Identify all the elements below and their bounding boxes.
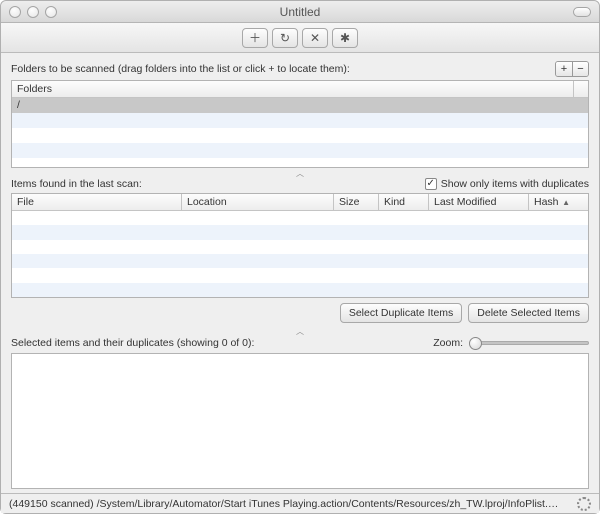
preview-area[interactable] [11,353,589,489]
zoom-control: Zoom: [433,336,589,350]
col-size[interactable]: Size [334,194,379,210]
stop-button[interactable]: ✕ [302,28,328,48]
folders-body: / [12,98,588,167]
items-action-row: Select Duplicate Items Delete Selected I… [11,303,589,323]
folders-label-row: Folders to be scanned (drag folders into… [11,61,589,77]
select-duplicate-button[interactable]: Select Duplicate Items [340,303,462,323]
splitter-handle[interactable]: ︿ [11,168,589,178]
refresh-button[interactable]: ↻ [272,28,298,48]
app-window: Untitled ＋ ↻ ✕ ✱ Folders to be scanned (… [0,0,600,514]
show-only-dup-label: Show only items with duplicates [441,178,589,190]
slider-thumb[interactable] [469,337,482,350]
folders-table[interactable]: Folders / [11,80,589,168]
close-window-icon[interactable] [9,6,21,18]
plus-icon: ＋ [249,29,261,46]
table-row[interactable]: / [12,98,588,113]
table-row[interactable] [12,225,588,239]
close-icon: ✕ [310,31,320,45]
folders-header[interactable]: Folders [12,81,574,97]
content-area: Folders to be scanned (drag folders into… [1,53,599,493]
check-icon: ✓ [427,179,435,189]
gear-icon: ✱ [340,31,350,45]
zoom-window-icon[interactable] [45,6,57,18]
scrollbar-header [574,81,588,97]
folders-label: Folders to be scanned (drag folders into… [11,63,350,75]
selected-label: Selected items and their duplicates (sho… [11,337,254,349]
window-title: Untitled [1,5,599,19]
refresh-icon: ↻ [280,31,290,45]
traffic-buttons [1,6,57,18]
items-table[interactable]: File Location Size Kind Last Modified Ha… [11,193,589,298]
show-only-dup-checkbox[interactable]: ✓ [425,178,437,190]
slider-track [469,341,589,345]
scrollbar-header [574,194,588,210]
settings-button[interactable]: ✱ [332,28,358,48]
add-folder-button[interactable]: + [556,62,572,76]
items-header-row: File Location Size Kind Last Modified Ha… [12,194,588,211]
show-only-dup-row: ✓ Show only items with duplicates [425,178,589,190]
delete-selected-button[interactable]: Delete Selected Items [468,303,589,323]
col-hash[interactable]: Hash [529,194,574,210]
table-row[interactable] [12,143,588,158]
toolbar-toggle-pill[interactable] [573,7,591,17]
grip-icon: ︿ [296,326,304,337]
col-last-modified[interactable]: Last Modified [429,194,529,210]
table-row[interactable] [12,128,588,143]
grip-icon: ︿ [296,168,304,179]
status-text: (449150 scanned) /System/Library/Automat… [9,498,559,510]
main-toolbar: ＋ ↻ ✕ ✱ [1,23,599,53]
col-kind[interactable]: Kind [379,194,429,210]
items-label: Items found in the last scan: [11,178,142,190]
table-row[interactable] [12,211,588,225]
table-row[interactable] [12,283,588,297]
col-location[interactable]: Location [182,194,334,210]
col-file[interactable]: File [12,194,182,210]
selected-label-row: Selected items and their duplicates (sho… [11,336,589,350]
items-body [12,211,588,297]
folder-path: / [12,98,588,113]
splitter-handle[interactable]: ︿ [11,326,589,336]
table-row[interactable] [12,268,588,282]
titlebar: Untitled [1,1,599,23]
minimize-window-icon[interactable] [27,6,39,18]
table-row[interactable] [12,254,588,268]
add-button[interactable]: ＋ [242,28,268,48]
status-bar: (449150 scanned) /System/Library/Automat… [1,493,599,513]
folders-header-row: Folders [12,81,588,98]
zoom-label: Zoom: [433,337,463,349]
table-row[interactable] [12,113,588,128]
remove-folder-button[interactable]: − [572,62,588,76]
table-row[interactable] [12,240,588,254]
items-label-row: Items found in the last scan: ✓ Show onl… [11,178,589,190]
minus-icon: − [577,63,583,75]
folders-pm-group: + − [555,61,589,77]
plus-icon: + [561,63,567,75]
spinner-icon [577,497,591,511]
zoom-slider[interactable] [469,336,589,350]
